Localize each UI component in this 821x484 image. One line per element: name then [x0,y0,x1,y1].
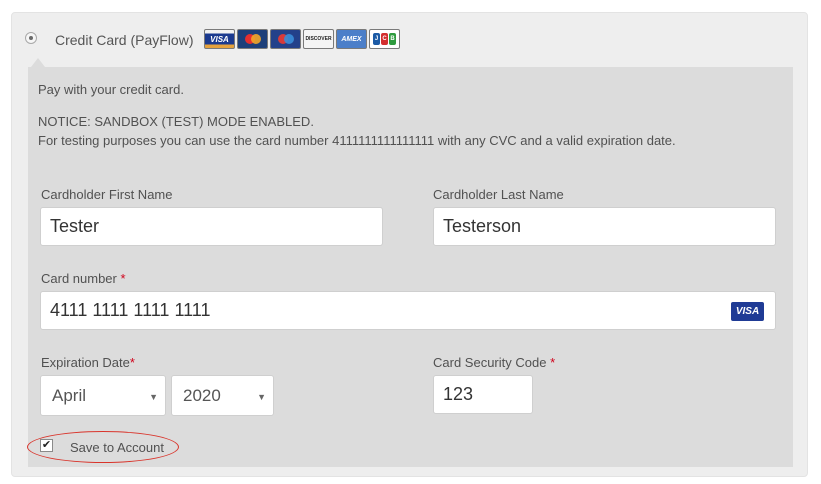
payment-method-radio[interactable] [25,32,37,44]
cvc-value: 123 [443,384,474,404]
payment-method-title[interactable]: Credit Card (PayFlow) [55,32,193,48]
last-name-field[interactable]: Testerson [433,207,776,246]
expiration-month-select[interactable]: April ▼ [40,375,166,416]
card-logos: VISA DISCOVER AMEX JCB [204,29,400,49]
card-number-value: 4111 1111 1111 1111 [50,300,211,320]
discover-logo-icon: DISCOVER [303,29,334,49]
cvc-field[interactable]: 123 [433,375,533,414]
panel-pointer [31,58,45,67]
last-name-value: Testerson [443,216,522,236]
card-number-field[interactable]: 4111 1111 1111 1111 VISA [40,291,776,330]
jcb-logo-icon: JCB [369,29,400,49]
expiration-year-select[interactable]: 2020 ▼ [171,375,274,416]
required-marker: * [550,355,556,370]
first-name-value: Tester [50,216,100,236]
maestro-logo-icon [270,29,301,49]
sandbox-notice-detail: For testing purposes you can use the car… [38,133,676,148]
card-number-label: Card number * [41,271,126,286]
chevron-down-icon: ▼ [257,392,266,402]
amex-logo-icon: AMEX [336,29,367,49]
expiration-date-label: Expiration Date* [41,355,135,370]
radio-selected-dot [29,36,33,40]
first-name-label: Cardholder First Name [41,187,173,202]
required-marker: * [120,271,126,286]
expiration-year-value: 2020 [183,385,221,405]
required-marker: * [129,355,135,370]
mastercard-logo-icon [237,29,268,49]
visa-logo-icon: VISA [204,29,235,49]
chevron-down-icon: ▼ [149,392,158,402]
visa-brand-icon: VISA [731,302,764,321]
cvc-label: Card Security Code * [433,355,556,370]
expiration-month-value: April [52,385,87,405]
first-name-field[interactable]: Tester [40,207,383,246]
last-name-label: Cardholder Last Name [433,187,564,202]
sandbox-notice: NOTICE: SANDBOX (TEST) MODE ENABLED. [38,114,314,129]
highlight-annotation-oval [27,431,179,463]
intro-text: Pay with your credit card. [38,82,184,97]
